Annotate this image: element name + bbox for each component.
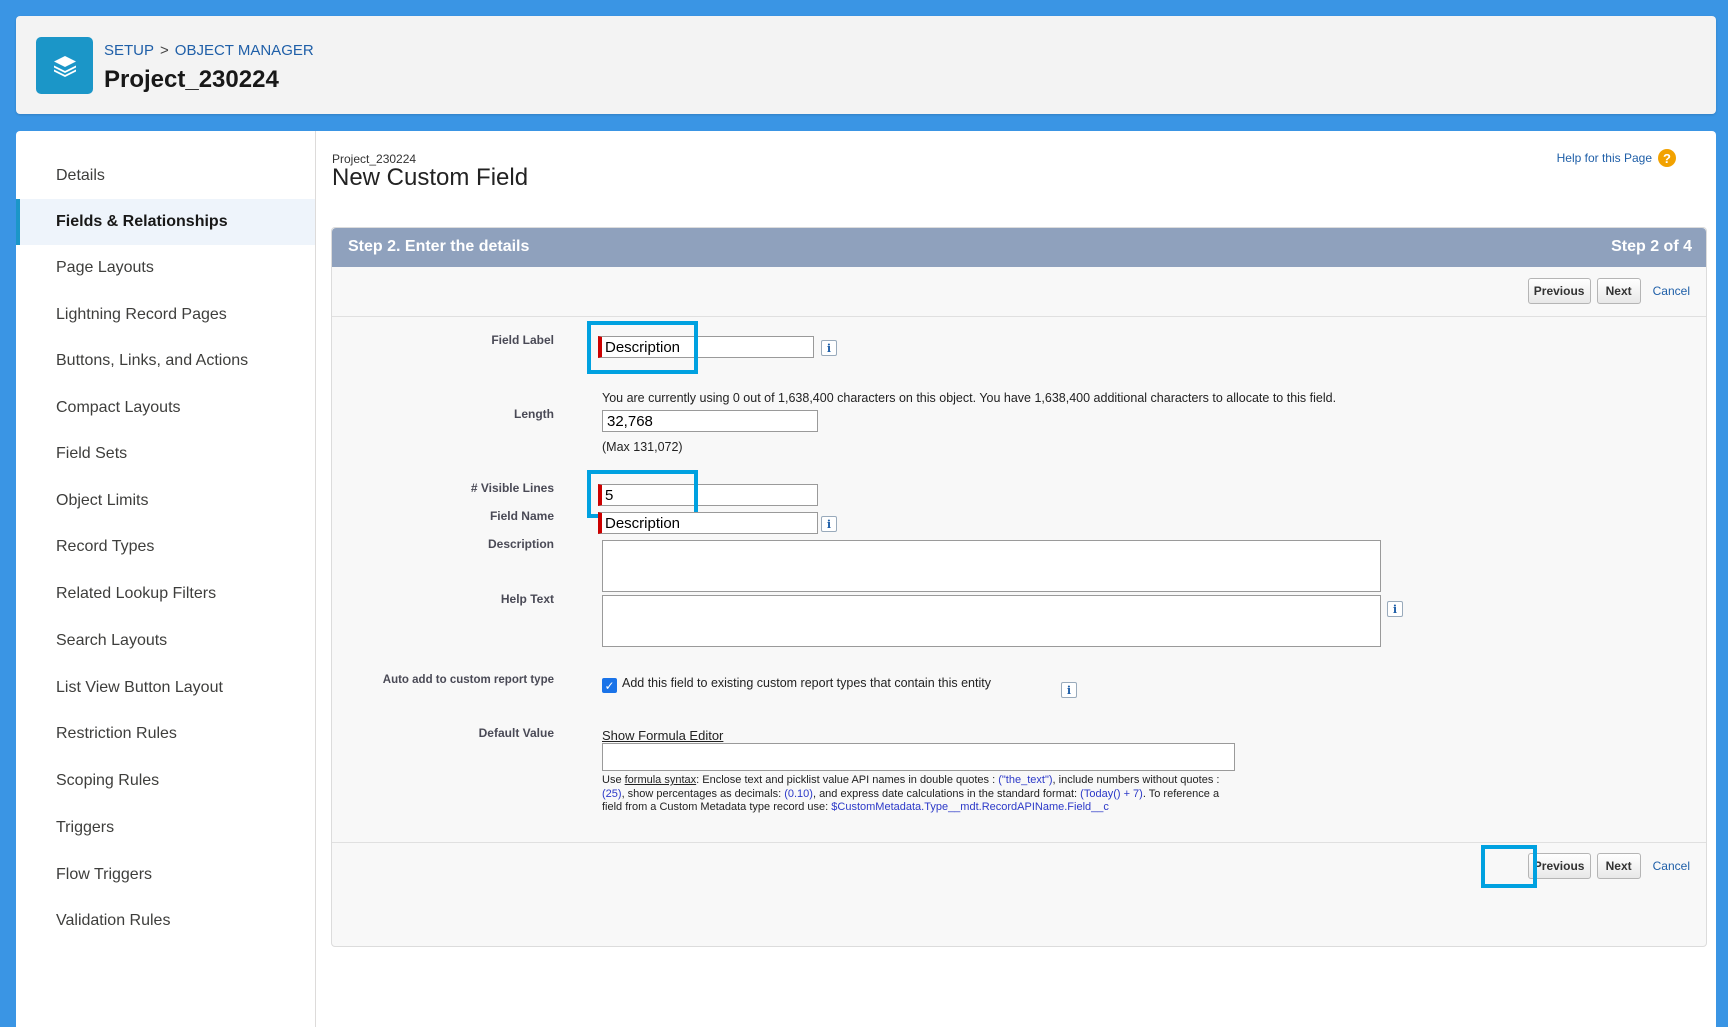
sidebar-item-flow-triggers[interactable]: Flow Triggers [16, 852, 315, 898]
auto-add-label: Auto add to custom report type [382, 674, 554, 686]
bottom-button-row: Previous Next Cancel [1527, 853, 1690, 879]
next-button-top[interactable]: Next [1596, 278, 1641, 304]
page-title: Project_230224 [104, 66, 279, 93]
formula-example: $CustomMetadata.Type__mdt.RecordAPIName.… [831, 801, 1109, 813]
auto-add-text: Add this field to existing custom report… [622, 676, 991, 690]
formula-help-part: , and express date calculations in the s… [812, 787, 1081, 800]
sidebar: Details Fields & Relationships Page Layo… [16, 131, 316, 1027]
help-text-label: Help Text [500, 592, 554, 606]
sidebar-item-fields-relationships[interactable]: Fields & Relationships [16, 199, 315, 245]
cancel-link-top[interactable]: Cancel [1653, 284, 1690, 298]
help-link-label[interactable]: Help for this Page [1557, 151, 1652, 165]
info-icon[interactable]: i [1061, 682, 1077, 698]
breadcrumb: SETUP > OBJECT MANAGER [104, 42, 314, 59]
previous-button-bottom[interactable]: Previous [1527, 853, 1591, 879]
sidebar-item-search-layouts[interactable]: Search Layouts [16, 618, 315, 664]
previous-button-top[interactable]: Previous [1527, 278, 1591, 304]
next-button-bottom[interactable]: Next [1596, 853, 1641, 879]
question-circle-icon[interactable]: ? [1658, 149, 1676, 167]
sidebar-item-page-layouts[interactable]: Page Layouts [16, 245, 315, 291]
description-label: Description [487, 537, 554, 551]
sidebar-item-compact-layouts[interactable]: Compact Layouts [16, 385, 315, 431]
length-max-note: (Max 131,072) [602, 440, 683, 454]
auto-add-checkbox[interactable]: ✓ [602, 678, 617, 693]
formula-syntax-link[interactable]: formula syntax [625, 774, 697, 786]
highlight-next-button [1481, 845, 1537, 888]
sidebar-item-list-view-button-layout[interactable]: List View Button Layout [16, 665, 315, 711]
formula-help-part: : Enclose text and picklist value API na… [696, 774, 999, 786]
formula-example: (Today() + 7) [1080, 787, 1143, 800]
step-title: Step 2. Enter the details [348, 238, 530, 255]
formula-example: (0.10) [784, 787, 813, 800]
field-name-label: Field Name [489, 509, 554, 523]
sidebar-item-restriction-rules[interactable]: Restriction Rules [16, 711, 315, 757]
show-formula-editor-link[interactable]: Show Formula Editor [602, 728, 723, 743]
sidebar-item-lightning-record-pages[interactable]: Lightning Record Pages [16, 292, 315, 338]
help-link[interactable]: Help for this Page ? [1557, 149, 1676, 167]
default-value-label: Default Value [478, 726, 554, 740]
top-button-row: Previous Next Cancel [1527, 278, 1690, 304]
step-panel: Step 2. Enter the details Step 2 of 4 Pr… [331, 227, 1707, 947]
sidebar-item-validation-rules[interactable]: Validation Rules [16, 898, 315, 944]
sidebar-item-field-sets[interactable]: Field Sets [16, 431, 315, 477]
formula-help-text: Use formula syntax: Enclose text and pic… [602, 774, 1222, 815]
content-area: Project_230224 New Custom Field Help for… [316, 131, 1716, 1027]
sidebar-item-scoping-rules[interactable]: Scoping Rules [16, 758, 315, 804]
length-label: Length [514, 407, 554, 421]
separator [332, 842, 1706, 843]
visible-lines-label: # Visible Lines [470, 481, 554, 495]
breadcrumb-object-manager[interactable]: OBJECT MANAGER [175, 42, 314, 59]
info-icon[interactable]: i [821, 340, 837, 356]
description-textarea[interactable] [602, 540, 1381, 592]
breadcrumb-setup[interactable]: SETUP [104, 42, 154, 59]
breadcrumb-separator: > [160, 42, 169, 59]
formula-example: (25) [602, 787, 622, 800]
default-value-textarea[interactable] [602, 743, 1235, 771]
sidebar-item-record-types[interactable]: Record Types [16, 524, 315, 570]
help-text-textarea[interactable] [602, 595, 1381, 647]
highlight-visible-lines [587, 470, 698, 518]
sidebar-item-buttons-links-actions[interactable]: Buttons, Links, and Actions [16, 338, 315, 384]
form-title: New Custom Field [332, 164, 529, 191]
info-icon[interactable]: i [1387, 601, 1403, 617]
info-icon[interactable]: i [821, 516, 837, 532]
sidebar-item-details[interactable]: Details [16, 153, 315, 199]
formula-help-part: , show percentages as decimals: [621, 787, 785, 800]
layers-icon [36, 37, 93, 94]
highlight-field-label [587, 321, 698, 374]
step-count: Step 2 of 4 [1611, 238, 1692, 255]
separator [332, 316, 1706, 317]
usage-note: You are currently using 0 out of 1,638,4… [602, 391, 1337, 405]
sidebar-item-triggers[interactable]: Triggers [16, 805, 315, 851]
field-label-label: Field Label [491, 333, 554, 347]
formula-example: ("the_text") [998, 774, 1053, 786]
object-header: SETUP > OBJECT MANAGER Project_230224 [16, 16, 1716, 114]
formula-help-part: , include numbers without quotes : [1052, 774, 1220, 786]
cancel-link-bottom[interactable]: Cancel [1653, 859, 1690, 873]
field-name-input[interactable]: Description [598, 512, 818, 534]
main-card: Details Fields & Relationships Page Layo… [16, 131, 1716, 1027]
step-header: Step 2. Enter the details Step 2 of 4 [332, 228, 1706, 267]
length-input[interactable]: 32,768 [602, 410, 818, 432]
sidebar-item-related-lookup-filters[interactable]: Related Lookup Filters [16, 571, 315, 617]
sidebar-item-object-limits[interactable]: Object Limits [16, 478, 315, 524]
formula-help-use: Use [602, 774, 625, 786]
